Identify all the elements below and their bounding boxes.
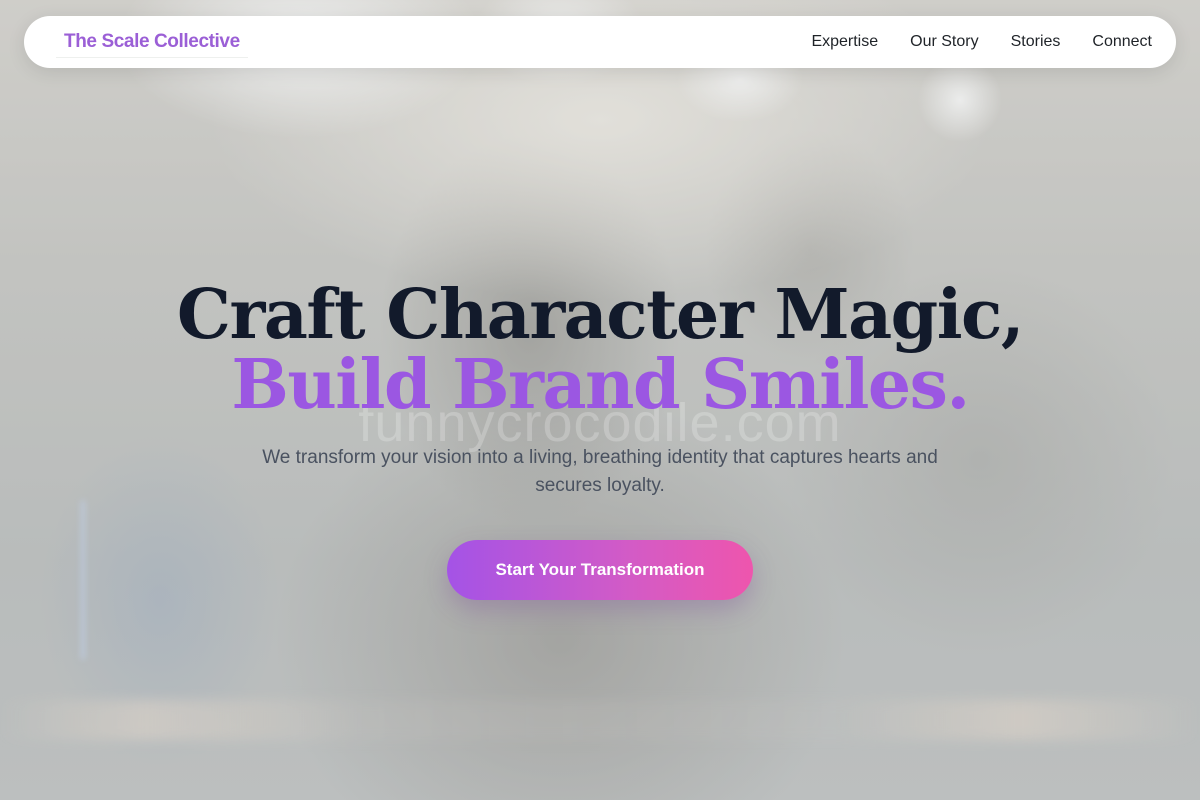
nav-link-our-story[interactable]: Our Story xyxy=(910,33,978,51)
brand-logo[interactable]: The Scale Collective xyxy=(56,27,248,58)
headline-line-2: Build Brand Smiles. xyxy=(231,345,970,425)
headline-line-1: Craft Character Magic, xyxy=(176,275,1025,355)
hero-section: The Scale Collective Expertise Our Story… xyxy=(0,0,1200,800)
nav-links: Expertise Our Story Stories Connect xyxy=(811,33,1152,51)
navbar: The Scale Collective Expertise Our Story… xyxy=(24,16,1176,68)
start-transformation-button[interactable]: Start Your Transformation xyxy=(447,540,753,600)
nav-link-connect[interactable]: Connect xyxy=(1092,33,1152,51)
hero-headline: Craft Character Magic, Build Brand Smile… xyxy=(0,280,1200,420)
nav-link-stories[interactable]: Stories xyxy=(1011,33,1061,51)
hero-content: Craft Character Magic, Build Brand Smile… xyxy=(0,280,1200,600)
nav-link-expertise[interactable]: Expertise xyxy=(811,33,878,51)
hero-subtitle: We transform your vision into a living, … xyxy=(262,447,938,496)
